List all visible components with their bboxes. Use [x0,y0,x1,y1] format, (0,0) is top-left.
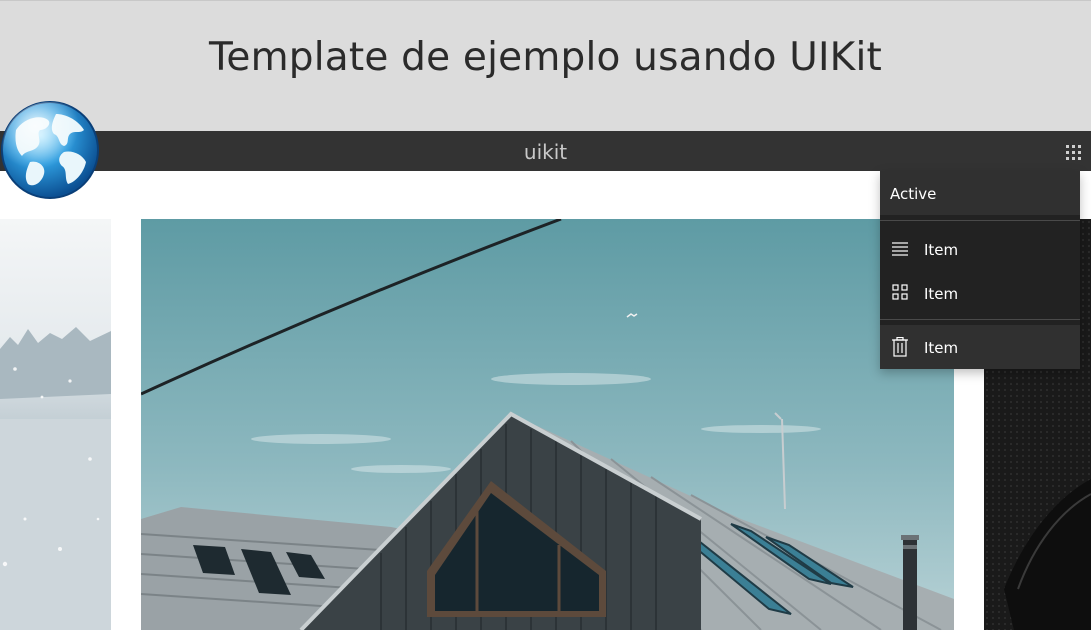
trash-icon [891,336,909,357]
slide-previous[interactable] [0,219,111,630]
globe-icon[interactable] [0,100,100,200]
page-title: Template de ejemplo usando UIKit [209,35,882,80]
dropdown-divider [880,220,1080,221]
dropdown-item-trash[interactable]: Item [880,325,1080,369]
dropdown-item-list[interactable]: Item [880,231,1080,267]
dropdown-item-active[interactable]: Active [880,171,1080,215]
dropdown-divider [880,319,1080,320]
thumbnails-icon [891,283,909,301]
list-icon [891,240,909,258]
page-header: Template de ejemplo usando UIKit [0,0,1091,131]
navbar: uikit [0,131,1091,171]
navbar-brand[interactable]: uikit [0,131,1091,174]
dropdown-item-thumbnails[interactable]: Item [880,275,1080,311]
dropdown-item-label: Item [924,241,959,259]
grid-icon[interactable] [1064,142,1084,162]
slide-current[interactable] [141,219,954,630]
dropdown-menu: Active Item Item Item [880,171,1080,369]
dropdown-item-label: Item [924,285,959,303]
dropdown-item-label: Item [924,339,959,357]
